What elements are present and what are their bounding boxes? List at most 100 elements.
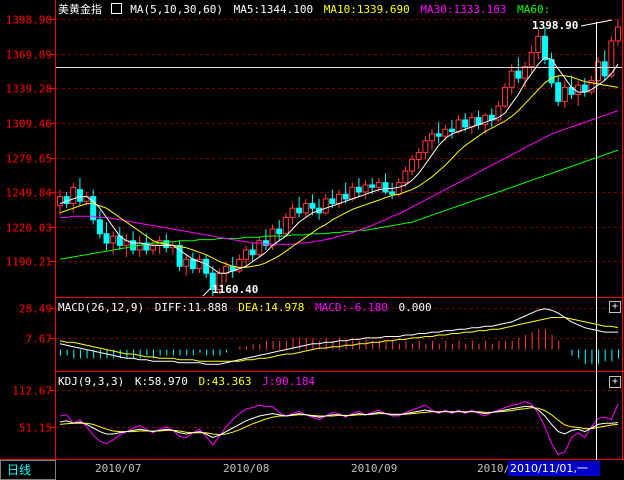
- candle-body: [468, 117, 475, 128]
- price-tick-label: 1339.28: [6, 83, 52, 96]
- candle-body: [508, 70, 515, 88]
- indicator-toggle-icon[interactable]: [110, 3, 122, 14]
- macd-extra-value: 0.000: [398, 301, 432, 314]
- candle-body: [329, 198, 336, 205]
- ma10-line: [59, 75, 619, 268]
- stock-chart-window: 1398.90 1369.09 1339.28 1309.46 1279.65 1249.…: [0, 0, 624, 480]
- candle-body: [349, 186, 356, 200]
- candle-body: [183, 258, 190, 267]
- candle-body: [555, 82, 562, 102]
- candle-body: [289, 207, 296, 218]
- candle-body: [70, 186, 77, 205]
- candle-body: [455, 119, 462, 133]
- ma10-value: MA10:1339.690: [323, 3, 410, 16]
- low-pointer: [202, 287, 212, 297]
- ma30-line: [60, 110, 619, 245]
- candle-body: [342, 193, 349, 200]
- kdj-tick-label: 112.67: [12, 385, 52, 398]
- candle-body: [448, 128, 455, 133]
- moving-average-lines: [59, 56, 619, 274]
- candle-body: [282, 216, 289, 235]
- y-axis-labels: 1398.90 1369.09 1339.28 1309.46 1279.65 1249.…: [6, 14, 53, 269]
- kdj-j-value: J:90.184: [262, 375, 316, 388]
- candle-body: [189, 258, 196, 270]
- macd-header: MACD(26,12,9) DIFF:11.888 DEA:14.978 MAC…: [58, 302, 432, 314]
- candle-body: [415, 151, 422, 160]
- period-selector-button[interactable]: 日线: [0, 460, 56, 480]
- macd-definition: MACD(26,12,9): [58, 301, 145, 314]
- kdj-indicator: 112.67 51.15: [12, 385, 622, 456]
- candle-body: [561, 86, 568, 102]
- ma5-line: [59, 56, 619, 274]
- candle-body: [369, 184, 376, 188]
- kdj-d-line: [59, 407, 619, 436]
- candle-body: [269, 228, 276, 246]
- candle-body: [402, 170, 409, 184]
- candle-body: [76, 189, 83, 202]
- ma-definition: MA(5,10,30,60): [130, 3, 223, 16]
- macd-dea-value: DEA:14.978: [238, 301, 305, 314]
- candle-body: [336, 193, 342, 205]
- candle-body: [309, 203, 316, 209]
- candle-body: [103, 233, 110, 244]
- price-tick-label: 1220.03: [6, 222, 52, 235]
- candle-body: [601, 61, 608, 77]
- candle-body: [435, 133, 442, 137]
- candle-body: [535, 35, 542, 54]
- high-price-label: 1398.90: [532, 19, 578, 32]
- kdj-tick-label: 51.15: [19, 422, 52, 435]
- candle-body: [276, 228, 283, 235]
- kdj-d-value: D:43.363: [198, 375, 252, 388]
- price-tick-label: 1398.90: [6, 14, 52, 27]
- candle-body: [615, 26, 621, 42]
- date-label-1: 2010/07: [95, 462, 142, 475]
- candle-body: [296, 207, 303, 214]
- candle-body: [110, 235, 117, 244]
- ma5-value: MA5:1344.100: [233, 3, 314, 16]
- price-tick-label: 1249.84: [6, 187, 53, 200]
- candle-body: [422, 140, 429, 153]
- candle-body: [150, 244, 156, 251]
- candle-body: [243, 249, 249, 260]
- kdj-header: KDJ(9,3,3) K:58.970 D:43.363 J:90.184: [58, 376, 315, 388]
- macd-diff-value: DIFF:11.888: [154, 301, 228, 314]
- main-header: 美黄金指 MA(5,10,30,60) MA5:1344.100 MA10:13…: [58, 3, 550, 16]
- candle-body: [375, 182, 382, 188]
- macd-tick-label: 7.67: [26, 333, 53, 346]
- candle-body: [302, 203, 309, 214]
- date-label-4: 2010/: [477, 462, 511, 475]
- candle-body: [515, 70, 522, 79]
- kdj-k-value: K:58.970: [134, 375, 188, 388]
- kdj-definition: KDJ(9,3,3): [58, 375, 125, 388]
- ma60-value: MA60:: [517, 3, 551, 16]
- candle-body: [322, 198, 329, 214]
- price-grid: [50, 19, 622, 262]
- macd-macd-value: MACD:-6.180: [315, 301, 388, 314]
- candle-body: [362, 184, 369, 193]
- candle-body: [395, 182, 402, 195]
- cursor-date-box: 2010/11/01,一: [508, 461, 600, 476]
- price-tick-label: 1279.65: [6, 153, 52, 166]
- candle-body: [541, 35, 548, 61]
- macd-tick-label: 28.49: [19, 303, 52, 316]
- price-tick-label: 1309.46: [6, 118, 52, 131]
- date-label-2: 2010/08: [223, 462, 270, 475]
- candle-body: [203, 258, 210, 274]
- candle-body: [528, 52, 535, 68]
- candle-body: [96, 219, 103, 235]
- candle-body: [382, 182, 389, 193]
- candle-body: [462, 119, 469, 128]
- kdj-expand-button[interactable]: +: [609, 376, 621, 388]
- low-price-label: 1160.40: [212, 283, 258, 296]
- ma30-value: MA30:1333.103: [420, 3, 507, 16]
- candle-body: [389, 191, 396, 195]
- instrument-title: 美黄金指: [58, 3, 102, 16]
- candle-body: [355, 186, 362, 193]
- candle-body: [502, 86, 509, 107]
- kdj-k-line: [59, 405, 619, 439]
- macd-expand-button[interactable]: +: [609, 301, 621, 313]
- candlestick-series: [57, 19, 621, 296]
- candle-body: [575, 84, 582, 95]
- candle-body: [442, 128, 449, 137]
- chart-canvas[interactable]: 1398.90 1369.09 1339.28 1309.46 1279.65 1249.…: [0, 0, 624, 480]
